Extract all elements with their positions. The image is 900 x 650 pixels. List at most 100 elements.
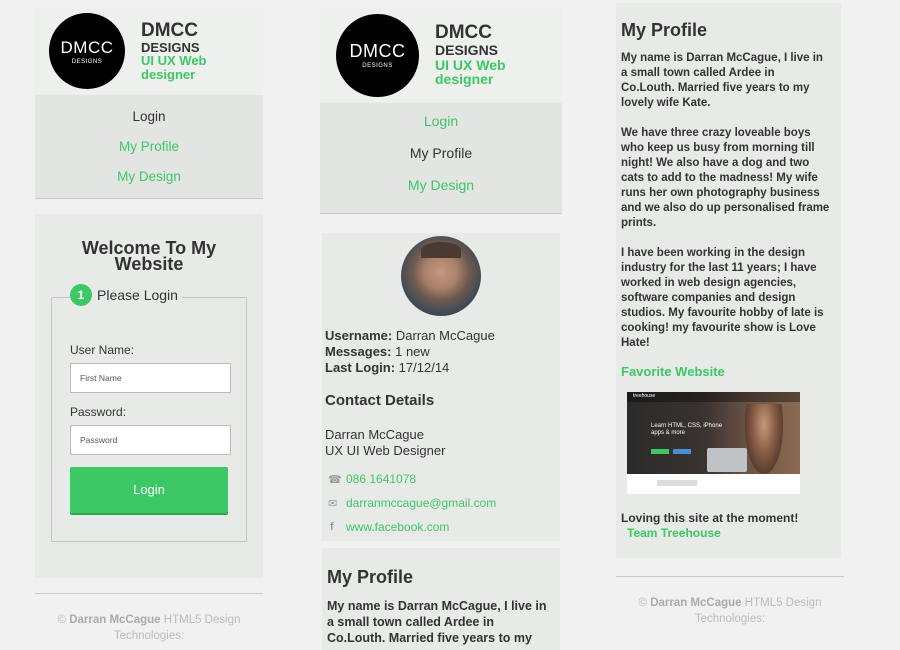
thumb-cta <box>651 449 669 454</box>
facebook-row[interactable]: f www.facebook.com <box>328 515 496 539</box>
last-login-value: 17/12/14 <box>398 360 450 375</box>
footer-left: © Darran McCague HTML5 Design Technologi… <box>35 613 263 644</box>
profile-text-line: Co.Louth. Married five years to my <box>327 631 532 645</box>
email-link[interactable]: darranmccague@gmail.com <box>346 496 496 510</box>
brand-tagline: UI UX Web <box>141 53 207 69</box>
brand-name-sub: DESIGNS <box>435 41 499 58</box>
brand-name-sub: DESIGNS <box>141 39 200 55</box>
nav-my-design[interactable]: My Design <box>35 169 263 199</box>
dmcc-logo[interactable]: DMCC DESIGNS <box>49 13 125 89</box>
nav-my-design[interactable]: My Design <box>320 177 562 209</box>
phone-link[interactable]: 086 1641078 <box>346 472 416 486</box>
email-row[interactable]: ✉ darranmccague@gmail.com <box>328 491 496 515</box>
login-fieldset: 1 Please Login User Name: First Name Pas… <box>51 284 247 542</box>
contact-list: ☎ 086 1641078 ✉ darranmccague@gmail.com … <box>328 467 496 539</box>
nav-my-profile[interactable]: My Profile <box>320 145 562 177</box>
username-row: Username: Darran McCague <box>325 328 495 344</box>
thumb-headline: Learn HTML, CSS, iPhone apps & more <box>651 423 722 437</box>
footer-right: © Darran McCague HTML5 Design Technologi… <box>616 596 844 627</box>
phone-icon: ☎ <box>328 473 342 486</box>
footer-text: HTML5 Design <box>163 614 241 626</box>
footer-divider <box>35 593 263 594</box>
bio-line: a small town called Ardee in <box>621 67 775 79</box>
brand-tagline: UI UX Web <box>435 56 506 73</box>
password-input[interactable]: Password <box>70 425 231 455</box>
thumb-headline-1: Learn HTML, CSS, iPhone <box>651 423 723 429</box>
user-info: Username: Darran McCague Messages: 1 new… <box>325 328 495 376</box>
thumb-footer-strip <box>657 480 697 486</box>
contact-heading: Contact Details <box>325 392 435 409</box>
main-nav-mid: Login My Profile My Design <box>320 103 562 214</box>
dmcc-logo[interactable]: DMCC DESIGNS <box>336 13 419 97</box>
bio-line: We have three crazy loveable boys <box>621 127 811 139</box>
username-value: Darran McCague <box>395 328 495 343</box>
site-header-mid: DMCC DESIGNS DMCC DESIGNS UI UX Web desi… <box>320 7 562 103</box>
thumb-hero: treehouse Learn HTML, CSS, iPhone apps &… <box>627 392 800 474</box>
brand-block: DMCC DESIGNS UI UX Web designer <box>435 23 506 87</box>
logo-text: DMCC <box>349 41 406 61</box>
bio-line: studios. My favourite hobby of late is <box>621 307 824 319</box>
bio-line: Hate! <box>621 337 650 349</box>
contact-name: Darran McCague <box>325 427 424 442</box>
footer-author: Darran McCague <box>650 597 742 609</box>
nav-login[interactable]: Login <box>320 113 562 145</box>
username-label: Username: <box>325 328 393 343</box>
profile-bio-card: My Profile My name is Darran McCague, I … <box>322 548 560 650</box>
avatar-hair <box>421 242 461 258</box>
bio-line: cooking! my favourite show is Love <box>621 322 816 334</box>
bio-paragraph-3: I have been working in the design indust… <box>621 246 841 351</box>
envelope-icon: ✉ <box>328 497 338 510</box>
main-nav: Login My Profile My Design <box>35 95 263 199</box>
profile-text-line: My name is Darran McCague, I live in <box>327 599 547 613</box>
bio-line: software companies and design <box>621 292 796 304</box>
thumb-headline-2: apps & more <box>651 430 686 436</box>
bio-line: industry for the last 11 years; I have <box>621 262 817 274</box>
password-label: Password: <box>70 405 127 419</box>
profile-heading: My Profile <box>621 20 708 40</box>
logo-text: DMCC <box>60 37 114 57</box>
left-column: DMCC DESIGNS DMCC DESIGNS UI UX Web desi… <box>35 7 263 199</box>
favorite-caption: Loving this site at the moment! <box>621 511 799 525</box>
nav-my-profile[interactable]: My Profile <box>35 139 263 169</box>
bio-line: runs her own photography business <box>621 187 820 199</box>
profile-card: Username: Darran McCague Messages: 1 new… <box>322 233 560 541</box>
username-label: User Name: <box>70 343 135 357</box>
profile-right-card: My Profile My name is Darran McCague, I … <box>616 3 841 558</box>
bio-line: Co.Louth. Married five years to my <box>621 82 810 94</box>
footer-text-2: Technologies: <box>694 612 766 625</box>
login-button[interactable]: Login <box>70 467 228 513</box>
messages-row: Messages: 1 new <box>325 344 495 360</box>
copyright-symbol: © <box>638 597 647 609</box>
copyright-symbol: © <box>57 614 66 626</box>
facebook-link[interactable]: www.facebook.com <box>346 520 449 534</box>
bio-line: I have been working in the design <box>621 247 806 259</box>
thumb-laptop <box>707 448 747 472</box>
nav-login[interactable]: Login <box>35 109 263 139</box>
facebook-icon: f <box>330 521 334 533</box>
profile-text-line: a small town called Ardee in <box>327 615 494 629</box>
profile-text: My name is Darran McCague, I live in a s… <box>327 598 560 646</box>
bio-line: who keep us busy from morning till <box>621 142 815 154</box>
bio-line: and we also do up personalised frame <box>621 202 830 214</box>
welcome-heading-line2: Website <box>114 254 184 274</box>
team-treehouse-link[interactable]: Team Treehouse <box>627 526 721 540</box>
username-input[interactable]: First Name <box>70 363 231 393</box>
bio-line: prints. <box>621 217 657 229</box>
login-card: Welcome To My Website 1 Please Login Use… <box>35 214 263 578</box>
footer-divider-right <box>616 576 844 577</box>
thumb-logo: treehouse <box>633 393 656 399</box>
avatar <box>401 236 481 316</box>
middle-column: DMCC DESIGNS DMCC DESIGNS UI UX Web desi… <box>320 7 562 214</box>
bio-paragraph-1: My name is Darran McCague, I live in a s… <box>621 51 841 111</box>
brand-tagline-2: designer <box>435 71 494 88</box>
favorite-website-screenshot[interactable]: treehouse Learn HTML, CSS, iPhone apps &… <box>627 392 800 494</box>
contact-role: UX UI Web Designer <box>325 443 446 458</box>
messages-label: Messages: <box>325 344 392 359</box>
bio-line: My name is Darran McCague, I live in <box>621 52 823 64</box>
site-header: DMCC DESIGNS DMCC DESIGNS UI UX Web desi… <box>35 7 263 95</box>
brand-block: DMCC DESIGNS UI UX Web designer <box>141 20 207 82</box>
logo-subtext: DESIGNS <box>362 63 393 69</box>
bio-line: worked in web design agencies, <box>621 277 797 289</box>
phone-row[interactable]: ☎ 086 1641078 <box>328 467 496 491</box>
bio-line: lovely wife Kate. <box>621 97 711 109</box>
